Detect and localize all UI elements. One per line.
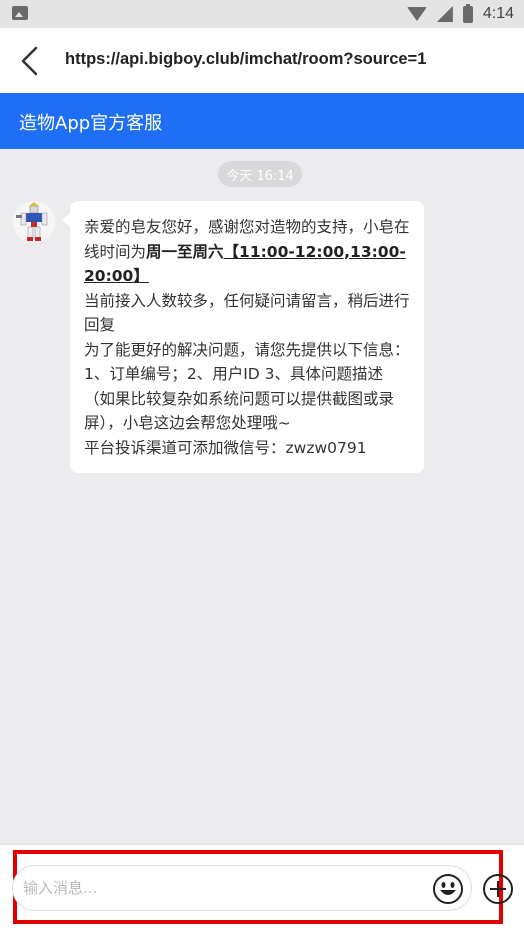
title-bar: 造物App官方客服 <box>0 93 524 149</box>
message-bubble[interactable]: 亲爱的皂友您好，感谢您对造物的支持，小皂在线时间为周一至周六【11:00-12:… <box>62 201 424 473</box>
robot-avatar-icon <box>13 201 55 243</box>
message-days: 周一至周六 <box>146 242 224 261</box>
message-line-2: 当前接入人数较多，任何疑问请留言，稍后进行回复 <box>84 291 410 335</box>
input-bar <box>0 844 524 934</box>
status-icons: 4:14 <box>406 3 514 24</box>
wifi-icon <box>406 7 427 21</box>
message-line-4: 平台投诉渠道可添加微信号：zwzw0791 <box>84 438 367 457</box>
chat-area[interactable]: 今天 16:14 亲爱的皂友您好，感谢您对造物的支持，小皂在线时间为周一至周六【… <box>0 149 524 844</box>
message-line-3: 为了能更好的解决问题，请您先提供以下信息：1、订单编号；2、用户ID 3、具体问… <box>84 340 410 433</box>
page-url: https://api.bigboy.club/imchat/room?sour… <box>65 50 427 68</box>
emoji-icon[interactable] <box>432 873 464 905</box>
message-timestamp: 今天 16:14 <box>218 161 302 187</box>
address-bar: https://api.bigboy.club/imchat/room?sour… <box>0 28 524 93</box>
image-icon <box>12 6 28 20</box>
message-text: 亲爱的皂友您好，感谢您对造物的支持，小皂在线时间为周一至周六【11:00-12:… <box>84 215 414 460</box>
plus-circle-icon[interactable] <box>482 873 514 905</box>
message-input[interactable] <box>21 878 425 898</box>
no-signal-icon <box>436 6 453 22</box>
status-time: 4:14 <box>482 5 514 22</box>
avatar[interactable] <box>13 201 55 243</box>
page-title: 造物App官方客服 <box>19 113 163 134</box>
message-input-wrapper[interactable] <box>12 865 472 911</box>
battery-charging-icon <box>462 3 473 23</box>
chevron-left-icon[interactable] <box>18 46 42 76</box>
status-bar: 4:14 <box>0 0 524 28</box>
